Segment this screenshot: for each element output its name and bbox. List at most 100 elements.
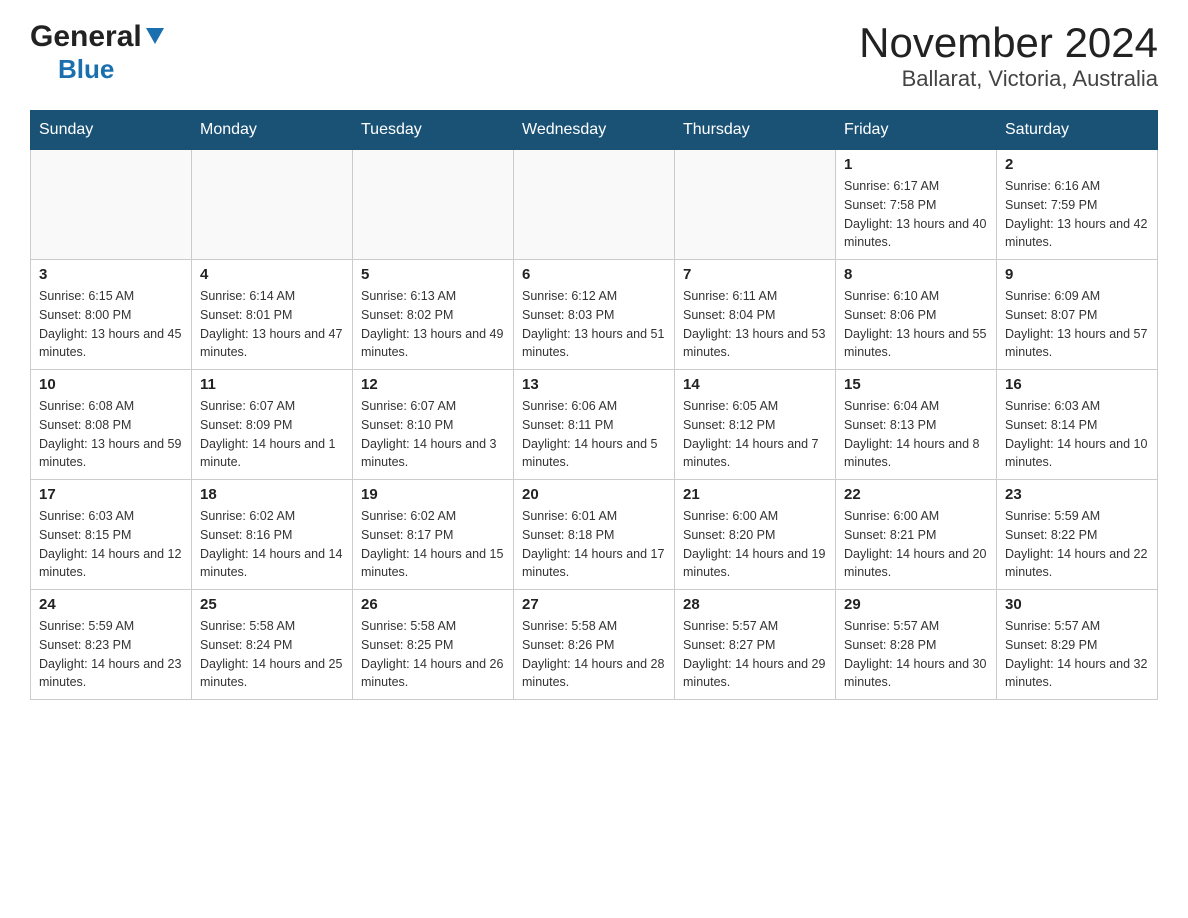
calendar-day-cell: 19 Sunrise: 6:02 AMSunset: 8:17 PMDayligh… [353,480,514,590]
calendar-day-cell: 29Sunrise: 5:57 AMSunset: 8:28 PMDayligh… [836,590,997,700]
day-number: 18 [200,486,344,503]
calendar-day-cell: 6 Sunrise: 6:12 AMSunset: 8:03 PMDaylight… [514,260,675,370]
day-info: Sunrise: 6:14 AMSunset: 8:01 PMDaylight:… [200,287,344,362]
day-number: 13 [522,376,666,393]
calendar-day-cell: 12 Sunrise: 6:07 AMSunset: 8:10 PMDayligh… [353,370,514,480]
calendar-day-cell: 16 Sunrise: 6:03 AMSunset: 8:14 PMDayligh… [997,370,1158,480]
day-number: 4 [200,266,344,283]
calendar-day-cell: 13 Sunrise: 6:06 AMSunset: 8:11 PMDayligh… [514,370,675,480]
calendar-day-cell: 2Sunrise: 6:16 AMSunset: 7:59 PMDaylight… [997,150,1158,260]
calendar-day-cell: 9 Sunrise: 6:09 AMSunset: 8:07 PMDaylight… [997,260,1158,370]
calendar-table: SundayMondayTuesdayWednesdayThursdayFrid… [30,110,1158,700]
calendar-day-cell: 26 Sunrise: 5:58 AMSunset: 8:25 PMDayligh… [353,590,514,700]
day-number: 21 [683,486,827,503]
day-of-week-header: Saturday [997,111,1158,150]
day-number: 23 [1005,486,1149,503]
day-number: 3 [39,266,183,283]
day-number: 5 [361,266,505,283]
header-row: SundayMondayTuesdayWednesdayThursdayFrid… [31,111,1158,150]
calendar-day-cell: 5 Sunrise: 6:13 AMSunset: 8:02 PMDaylight… [353,260,514,370]
day-info: Sunrise: 6:07 AMSunset: 8:09 PMDaylight:… [200,397,344,472]
day-info: Sunrise: 6:08 AMSunset: 8:08 PMDaylight:… [39,397,183,472]
calendar-day-cell: 1Sunrise: 6:17 AMSunset: 7:58 PMDaylight… [836,150,997,260]
day-info: Sunrise: 5:59 AMSunset: 8:22 PMDaylight:… [1005,507,1149,582]
day-info: Sunrise: 6:11 AMSunset: 8:04 PMDaylight:… [683,287,827,362]
day-number: 24 [39,596,183,613]
day-info: Sunrise: 6:09 AMSunset: 8:07 PMDaylight:… [1005,287,1149,362]
calendar-day-cell: 7 Sunrise: 6:11 AMSunset: 8:04 PMDaylight… [675,260,836,370]
day-number: 26 [361,596,505,613]
day-info: Sunrise: 6:16 AMSunset: 7:59 PMDaylight:… [1005,177,1149,252]
day-number: 17 [39,486,183,503]
day-number: 30 [1005,596,1149,613]
calendar-week-row: 3 Sunrise: 6:15 AMSunset: 8:00 PMDaylight… [31,260,1158,370]
calendar-day-cell: 20Sunrise: 6:01 AMSunset: 8:18 PMDayligh… [514,480,675,590]
day-info: Sunrise: 6:02 AMSunset: 8:17 PMDaylight:… [361,507,505,582]
calendar-day-cell: 17 Sunrise: 6:03 AMSunset: 8:15 PMDayligh… [31,480,192,590]
calendar-day-cell [192,150,353,260]
day-number: 11 [200,376,344,393]
day-info: Sunrise: 6:10 AMSunset: 8:06 PMDaylight:… [844,287,988,362]
day-number: 14 [683,376,827,393]
day-number: 22 [844,486,988,503]
day-number: 8 [844,266,988,283]
calendar-day-cell: 10 Sunrise: 6:08 AMSunset: 8:08 PMDayligh… [31,370,192,480]
calendar-header: SundayMondayTuesdayWednesdayThursdayFrid… [31,111,1158,150]
day-number: 12 [361,376,505,393]
logo-triangle-icon [144,24,166,46]
calendar-day-cell: 15 Sunrise: 6:04 AMSunset: 8:13 PMDayligh… [836,370,997,480]
day-info: Sunrise: 6:03 AMSunset: 8:15 PMDaylight:… [39,507,183,582]
logo-blue-text: Blue [58,54,114,84]
day-info: Sunrise: 6:12 AMSunset: 8:03 PMDaylight:… [522,287,666,362]
calendar-day-cell: 18 Sunrise: 6:02 AMSunset: 8:16 PMDayligh… [192,480,353,590]
day-of-week-header: Wednesday [514,111,675,150]
day-number: 25 [200,596,344,613]
calendar-day-cell [675,150,836,260]
calendar-day-cell: 4 Sunrise: 6:14 AMSunset: 8:01 PMDaylight… [192,260,353,370]
day-info: Sunrise: 6:07 AMSunset: 8:10 PMDaylight:… [361,397,505,472]
title-block: November 2024 Ballarat, Victoria, Austra… [859,20,1158,92]
calendar-day-cell: 14Sunrise: 6:05 AMSunset: 8:12 PMDayligh… [675,370,836,480]
day-info: Sunrise: 6:15 AMSunset: 8:00 PMDaylight:… [39,287,183,362]
page-header: General Blue November 2024 Ballarat, Vic… [30,20,1158,92]
calendar-week-row: 17 Sunrise: 6:03 AMSunset: 8:15 PMDayligh… [31,480,1158,590]
day-number: 16 [1005,376,1149,393]
day-info: Sunrise: 6:02 AMSunset: 8:16 PMDaylight:… [200,507,344,582]
calendar-day-cell: 21Sunrise: 6:00 AMSunset: 8:20 PMDayligh… [675,480,836,590]
day-of-week-header: Friday [836,111,997,150]
calendar-day-cell: 28Sunrise: 5:57 AMSunset: 8:27 PMDayligh… [675,590,836,700]
day-info: Sunrise: 6:03 AMSunset: 8:14 PMDaylight:… [1005,397,1149,472]
calendar-day-cell: 22 Sunrise: 6:00 AMSunset: 8:21 PMDayligh… [836,480,997,590]
day-info: Sunrise: 6:06 AMSunset: 8:11 PMDaylight:… [522,397,666,472]
day-info: Sunrise: 5:58 AMSunset: 8:25 PMDaylight:… [361,617,505,692]
day-info: Sunrise: 6:00 AMSunset: 8:21 PMDaylight:… [844,507,988,582]
day-of-week-header: Sunday [31,111,192,150]
calendar-subtitle: Ballarat, Victoria, Australia [859,66,1158,92]
day-info: Sunrise: 5:59 AMSunset: 8:23 PMDaylight:… [39,617,183,692]
day-number: 7 [683,266,827,283]
calendar-week-row: 24 Sunrise: 5:59 AMSunset: 8:23 PMDayligh… [31,590,1158,700]
day-info: Sunrise: 5:57 AMSunset: 8:29 PMDaylight:… [1005,617,1149,692]
day-info: Sunrise: 6:17 AMSunset: 7:58 PMDaylight:… [844,177,988,252]
day-number: 6 [522,266,666,283]
calendar-body: 1Sunrise: 6:17 AMSunset: 7:58 PMDaylight… [31,150,1158,700]
day-of-week-header: Tuesday [353,111,514,150]
calendar-day-cell: 24 Sunrise: 5:59 AMSunset: 8:23 PMDayligh… [31,590,192,700]
calendar-title: November 2024 [859,20,1158,66]
day-info: Sunrise: 6:13 AMSunset: 8:02 PMDaylight:… [361,287,505,362]
calendar-day-cell: 27Sunrise: 5:58 AMSunset: 8:26 PMDayligh… [514,590,675,700]
day-number: 9 [1005,266,1149,283]
calendar-day-cell [31,150,192,260]
day-number: 19 [361,486,505,503]
day-number: 10 [39,376,183,393]
calendar-day-cell: 23 Sunrise: 5:59 AMSunset: 8:22 PMDayligh… [997,480,1158,590]
calendar-day-cell: 25Sunrise: 5:58 AMSunset: 8:24 PMDayligh… [192,590,353,700]
day-number: 15 [844,376,988,393]
day-info: Sunrise: 6:04 AMSunset: 8:13 PMDaylight:… [844,397,988,472]
day-number: 28 [683,596,827,613]
day-of-week-header: Thursday [675,111,836,150]
calendar-day-cell: 3 Sunrise: 6:15 AMSunset: 8:00 PMDaylight… [31,260,192,370]
day-info: Sunrise: 6:01 AMSunset: 8:18 PMDaylight:… [522,507,666,582]
logo-general-text: General [30,20,142,54]
day-info: Sunrise: 5:58 AMSunset: 8:26 PMDaylight:… [522,617,666,692]
